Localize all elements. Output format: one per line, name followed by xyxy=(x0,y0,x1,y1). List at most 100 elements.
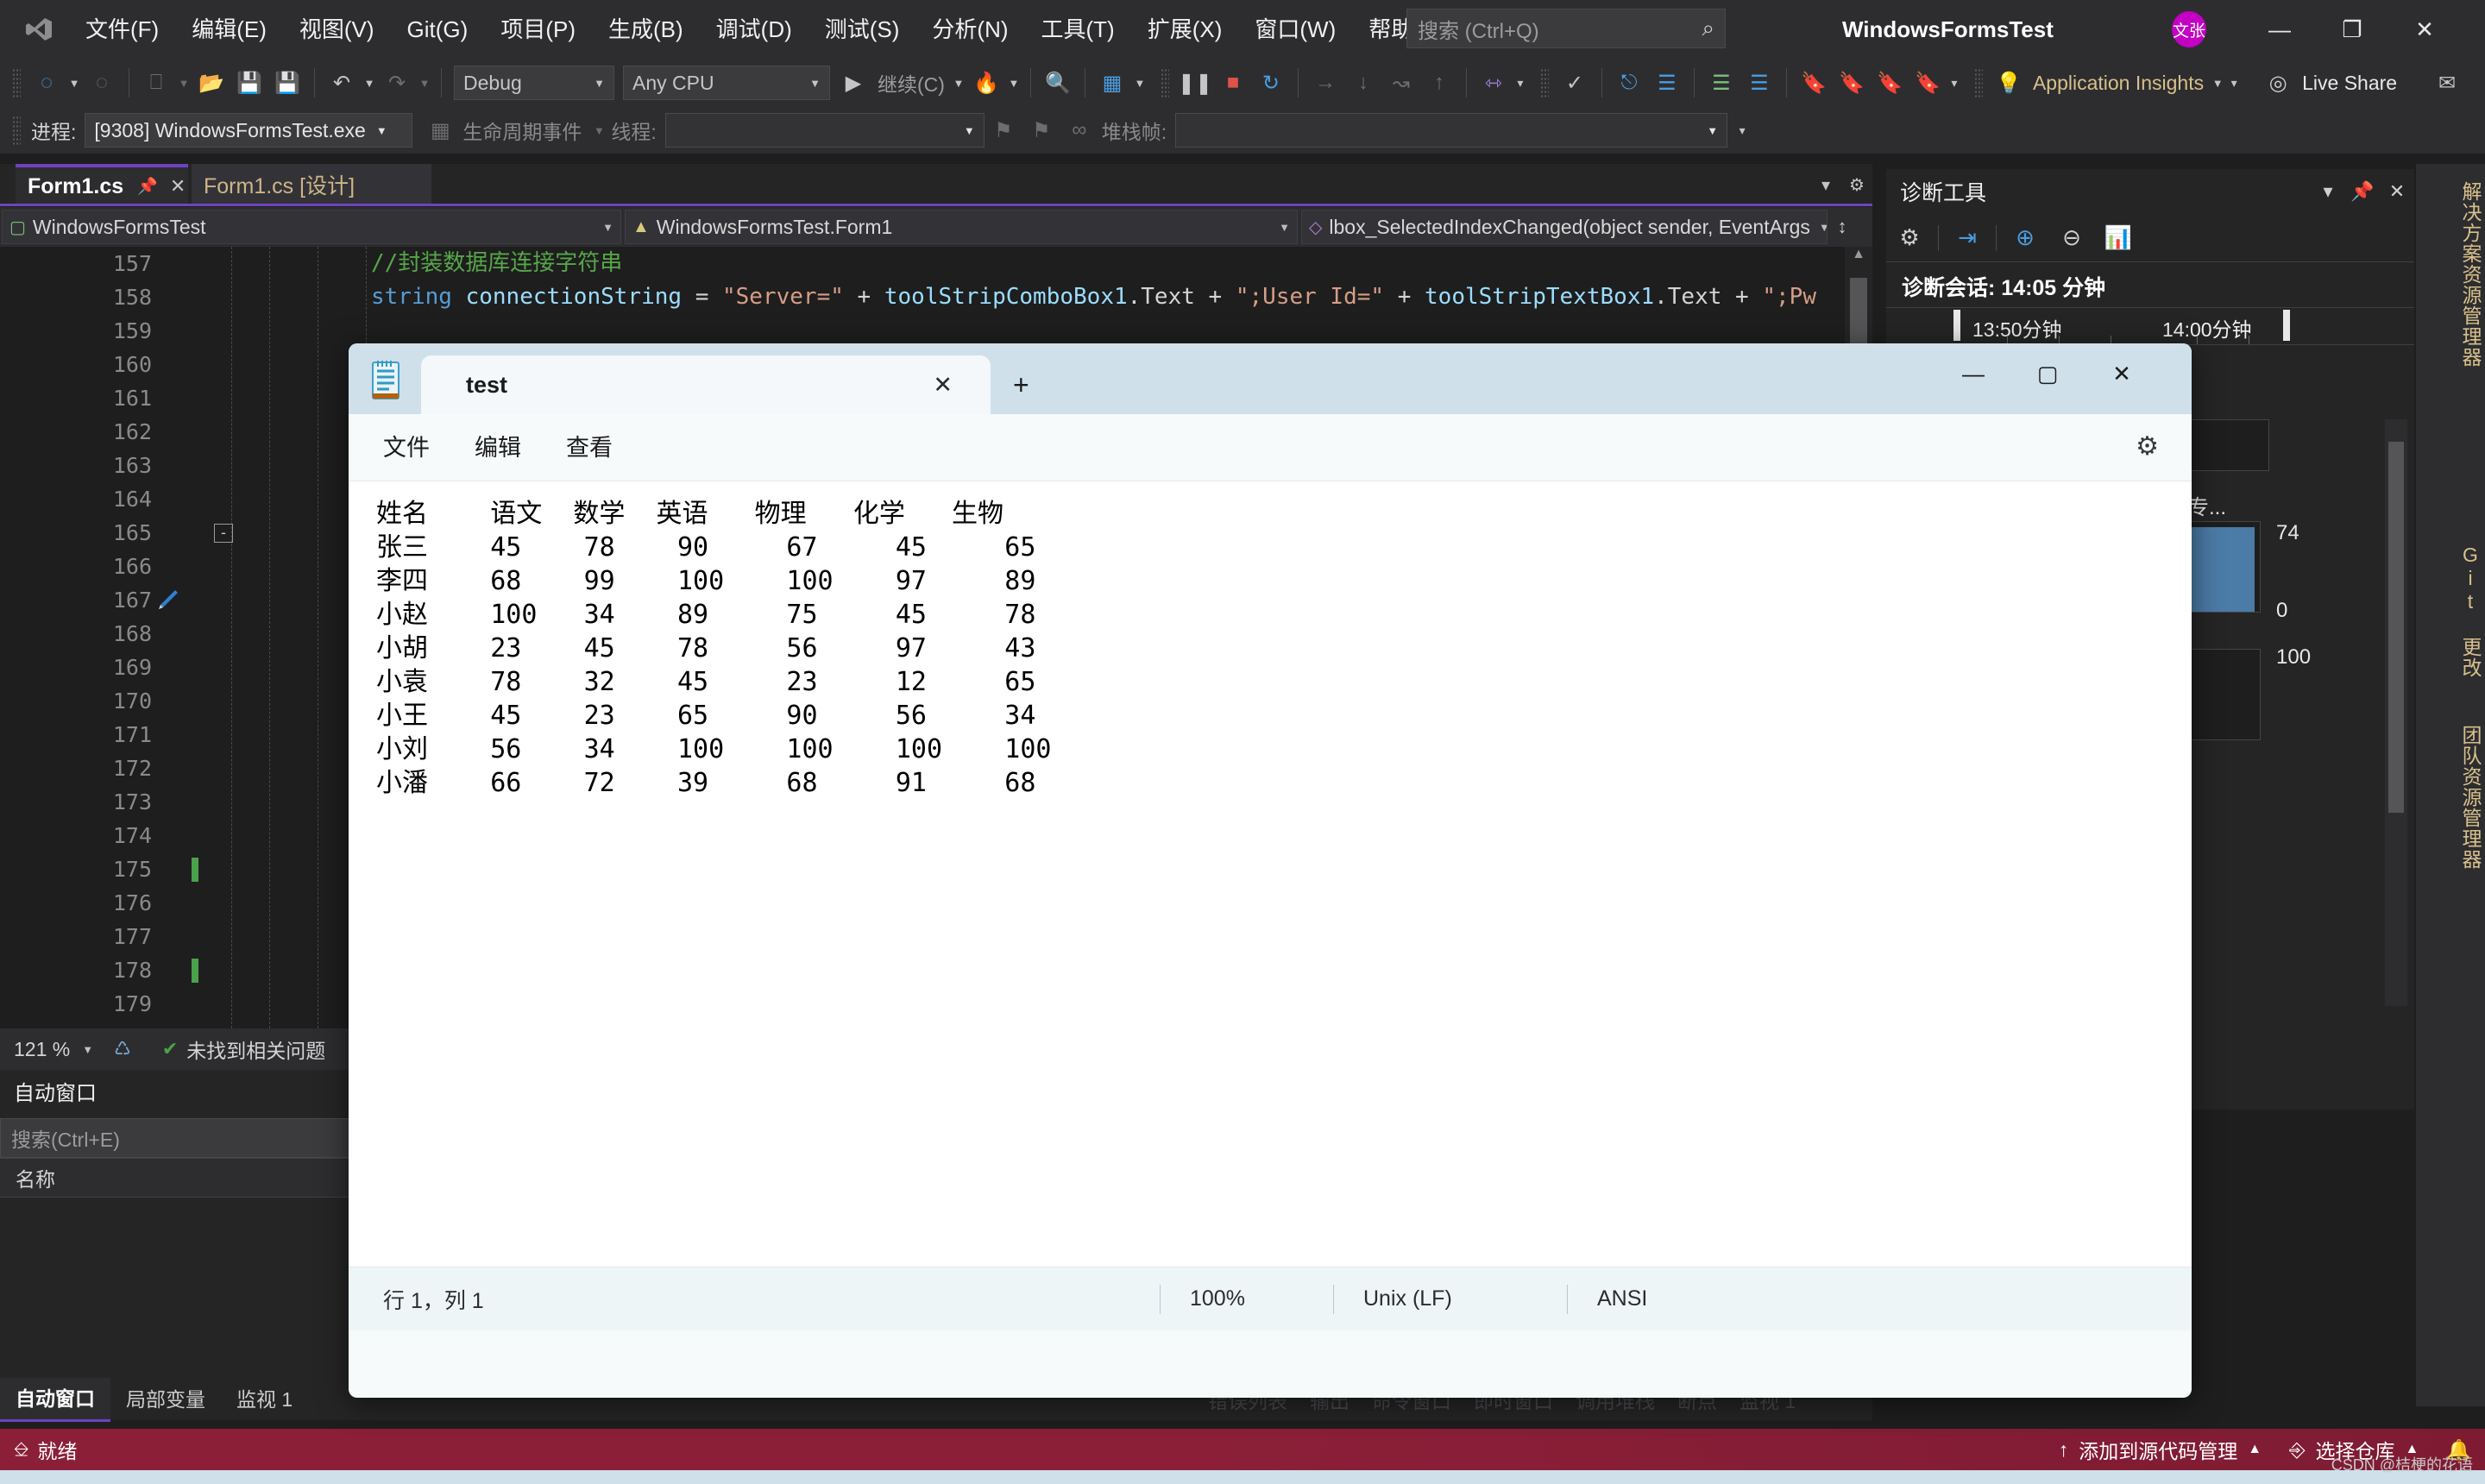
refresh-analysis-icon[interactable]: ♺ xyxy=(114,1038,131,1060)
vs-close-button[interactable]: ✕ xyxy=(2388,0,2461,59)
menu-item-view[interactable]: 视图(V) xyxy=(283,0,391,59)
stack-frame-select[interactable]: ▼ xyxy=(1175,113,1728,148)
live-share-button[interactable]: Live Share xyxy=(2302,72,2397,95)
chevron-down-icon[interactable]: ▼ xyxy=(82,1043,93,1056)
gear-icon[interactable]: ⚙ xyxy=(1886,224,1933,251)
select-element-icon[interactable]: ⎋ xyxy=(1610,64,1648,102)
menu-item-file[interactable]: 文件(F) xyxy=(69,0,175,59)
vs-restore-button[interactable]: ❐ xyxy=(2316,0,2388,59)
tab-form1-cs-designer[interactable]: Form1.cs [设计] xyxy=(192,164,431,205)
close-icon[interactable]: ✕ xyxy=(2380,180,2414,203)
editor-zoom-level[interactable]: 121 % xyxy=(14,1038,70,1061)
toolbar-grip[interactable] xyxy=(1973,68,1983,97)
feedback-icon[interactable]: ✉ xyxy=(2428,64,2466,102)
restart-icon[interactable]: ↻ xyxy=(1252,64,1290,102)
vs-minimize-button[interactable]: — xyxy=(2243,0,2316,59)
notepad-minimize-button[interactable]: — xyxy=(1936,343,2010,404)
application-insights-caret-icon[interactable]: ▼ xyxy=(2209,77,2226,90)
scroll-up-icon[interactable]: ▲ xyxy=(1845,247,1872,262)
menu-item-analyze[interactable]: 分析(N) xyxy=(915,0,1024,59)
tab-autos[interactable]: 自动窗口 xyxy=(0,1377,110,1422)
toolbar-grip[interactable] xyxy=(12,116,21,145)
diagnostic-vertical-scrollbar[interactable] xyxy=(2385,419,2407,1006)
scrollbar-thumb[interactable] xyxy=(2388,442,2404,813)
save-all-icon[interactable]: 💾 xyxy=(268,64,306,102)
bookmark-icon[interactable]: 🔖 xyxy=(1795,64,1833,102)
menu-item-window[interactable]: 窗口(W) xyxy=(1238,0,1352,59)
live-share-icon[interactable]: ◎ xyxy=(2259,64,2297,102)
toolbar-grip[interactable] xyxy=(1160,68,1169,97)
new-project-icon[interactable]: ⎕ xyxy=(137,64,175,102)
stop-icon[interactable]: ■ xyxy=(1214,64,1252,102)
lightbulb-icon[interactable]: 💡 xyxy=(1990,64,2028,102)
notepad-window[interactable]: test ✕ + — ▢ ✕ 文件 编辑 查看 ⚙ 姓名 语文 数学 英语 物理… xyxy=(349,343,2192,1398)
pin-icon[interactable]: 📌 xyxy=(137,176,158,197)
gear-icon[interactable]: ⚙ xyxy=(2136,431,2159,462)
thread-select[interactable]: ▼ xyxy=(664,113,985,148)
autos-search-input[interactable]: 搜索(Ctrl+E) xyxy=(0,1118,371,1158)
menu-item-extensions[interactable]: 扩展(X) xyxy=(1131,0,1239,59)
notepad-menu-file[interactable]: 文件 xyxy=(361,414,452,481)
menu-item-git[interactable]: Git(G) xyxy=(391,0,485,59)
notepad-maximize-button[interactable]: ▢ xyxy=(2010,343,2085,404)
tab-locals[interactable]: 局部变量 xyxy=(110,1379,221,1420)
dock-item-team-explorer[interactable]: 团队资源管理器 xyxy=(2416,716,2485,870)
build-platform-select[interactable]: Any CPU ▼ xyxy=(623,66,830,100)
notepad-title-bar[interactable]: test ✕ + — ▢ ✕ xyxy=(349,343,2192,414)
window-layout-icon[interactable]: ▦ xyxy=(1093,64,1131,102)
navigate-back-icon[interactable]: ◌ xyxy=(28,64,66,102)
split-view-icon[interactable]: ↕ xyxy=(1829,216,1855,238)
close-icon[interactable]: ✕ xyxy=(933,372,953,399)
navigate-back-caret-icon[interactable]: ▼ xyxy=(66,77,83,90)
toolbar-overflow-icon[interactable]: ▾ xyxy=(1734,123,1750,138)
notepad-document-tab[interactable]: test ✕ xyxy=(421,355,991,414)
build-configuration-select[interactable]: Debug ▼ xyxy=(454,66,614,100)
comment-lines-icon[interactable]: ☰ xyxy=(1740,64,1778,102)
tab-watch1[interactable]: 监视 1 xyxy=(221,1379,308,1420)
tab-form1-cs[interactable]: Form1.cs 📌 ✕ xyxy=(16,164,188,205)
code-line[interactable]: 158 string connectionString = "Server=" +… xyxy=(0,280,1872,314)
undo-caret-icon[interactable]: ▼ xyxy=(361,77,378,90)
navbar-type-select[interactable]: ▲ WindowsFormsTest.Form1 ▼ xyxy=(625,210,1298,244)
zoom-in-icon[interactable]: ⊕ xyxy=(2002,224,2048,251)
menu-item-project[interactable]: 项目(P) xyxy=(484,0,592,59)
dock-item-git-changes[interactable]: Git 更改 xyxy=(2416,535,2485,678)
hot-reload-caret-icon[interactable]: ▼ xyxy=(1005,77,1022,90)
close-icon[interactable]: ✕ xyxy=(170,175,186,198)
dock-item-solution-explorer[interactable]: 解决方案资源管理器 xyxy=(2416,173,2485,368)
tab-settings-icon[interactable]: ⚙ xyxy=(1841,174,1872,196)
attach-to-process-icon[interactable]: 🔍 xyxy=(1039,64,1077,102)
run-play-icon[interactable]: ▶ xyxy=(834,64,872,102)
help-chart-icon[interactable]: 📊 xyxy=(2095,224,2142,251)
zoom-out-icon[interactable]: ⊖ xyxy=(2048,224,2095,251)
source-control-add[interactable]: ↑ 添加到源代码管理 ▲ xyxy=(2045,1435,2275,1464)
notepad-menu-view[interactable]: 查看 xyxy=(544,414,635,481)
notepad-encoding[interactable]: ANSI xyxy=(1568,1267,1647,1330)
toolbar-overflow-icon[interactable]: ▾ xyxy=(2226,76,2242,91)
toolbar-overflow-icon[interactable]: ▾ xyxy=(1947,76,1962,91)
menu-item-debug[interactable]: 调试(D) xyxy=(700,0,808,59)
new-project-caret-icon[interactable]: ▼ xyxy=(175,77,192,90)
menu-item-tools[interactable]: 工具(T) xyxy=(1025,0,1131,59)
notepad-text-area[interactable]: 姓名 语文 数学 英语 物理 化学 生物 张三 45 78 90 67 45 6… xyxy=(349,481,2192,1330)
collapse-region-toggle[interactable]: - xyxy=(214,524,233,543)
continue-caret-icon[interactable]: ▼ xyxy=(950,77,967,90)
menu-item-test[interactable]: 测试(S) xyxy=(808,0,916,59)
undo-icon[interactable]: ↶ xyxy=(323,64,361,102)
compare-icon[interactable]: ⇿ xyxy=(1475,64,1513,102)
chevron-down-icon[interactable]: ▾ xyxy=(1810,174,1841,196)
plus-icon[interactable]: + xyxy=(1013,369,1029,401)
notepad-close-button[interactable]: ✕ xyxy=(2085,343,2159,404)
notepad-line-ending[interactable]: Unix (LF) xyxy=(1334,1267,1567,1330)
code-line[interactable]: 157 //封装数据库连接字符串 xyxy=(0,247,1872,280)
toolbar-grip[interactable] xyxy=(12,68,21,97)
pause-icon[interactable]: ❚❚ xyxy=(1176,64,1214,102)
toolbar-grip[interactable] xyxy=(1539,68,1549,97)
live-visual-tree-icon[interactable]: ☰ xyxy=(1648,64,1686,102)
window-layout-caret-icon[interactable]: ▼ xyxy=(1131,77,1148,90)
navbar-member-select[interactable]: ◇ lbox_SelectedIndexChanged(object sende… xyxy=(1301,210,1828,244)
toolbar-overflow-icon[interactable]: ▾ xyxy=(1513,76,1528,91)
pin-icon[interactable]: 📌 xyxy=(2345,180,2380,203)
save-icon[interactable]: 💾 xyxy=(230,64,268,102)
open-file-icon[interactable]: 📂 xyxy=(192,64,230,102)
